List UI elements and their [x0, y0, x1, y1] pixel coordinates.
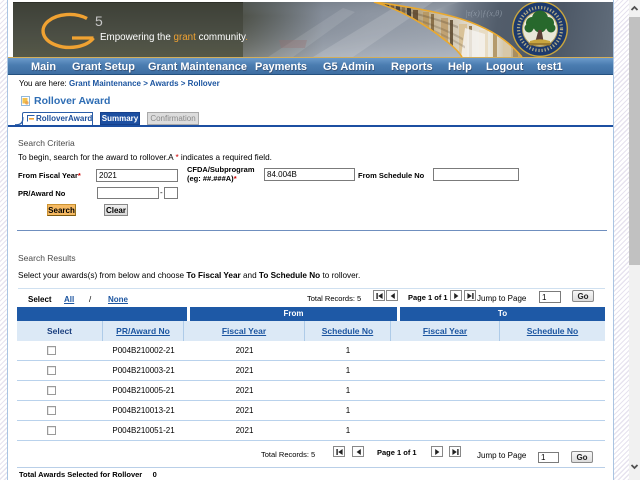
svg-text:|τ(x)|ƒ(x,θ): |τ(x)|ƒ(x,θ)	[465, 8, 502, 18]
svg-text:5: 5	[95, 13, 103, 29]
svg-text:Empowering the grant community: Empowering the grant community.	[100, 32, 248, 43]
